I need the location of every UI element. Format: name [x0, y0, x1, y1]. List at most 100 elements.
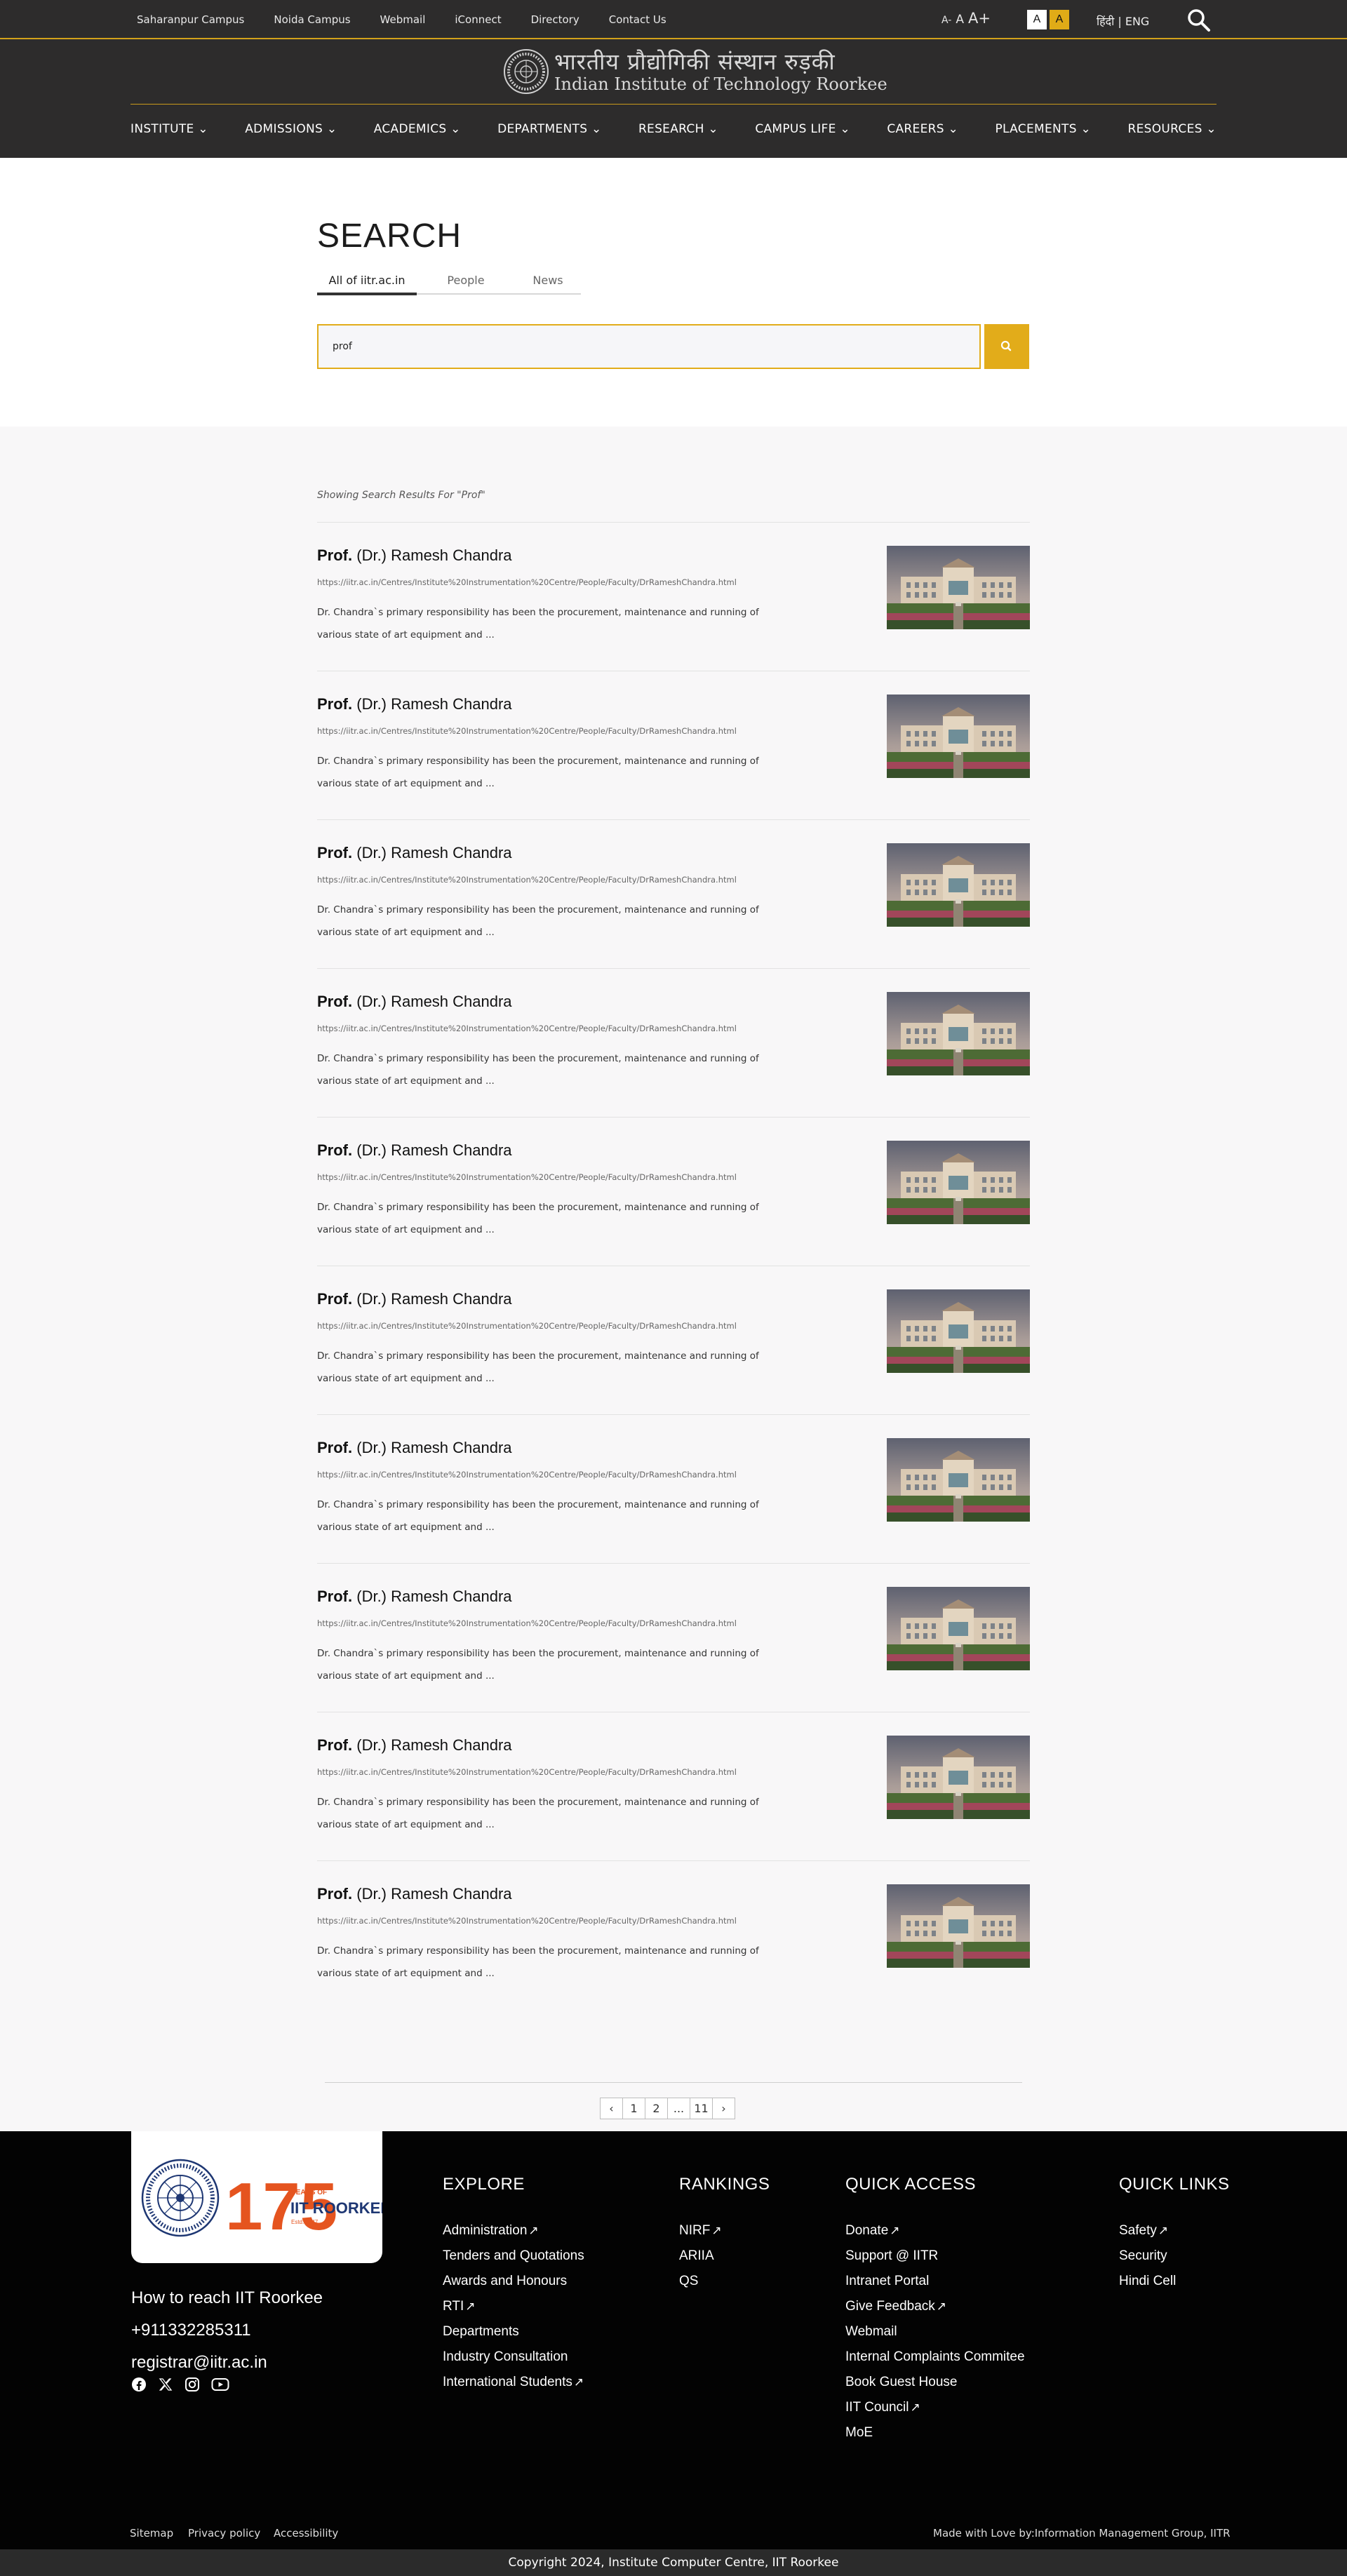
result-title[interactable]: Prof. (Dr.) Ramesh Chandra [317, 546, 512, 565]
pagination-page-2[interactable]: 2 [645, 2098, 668, 2119]
footer-accessibility-link[interactable]: Accessibility [274, 2527, 338, 2540]
footer-link-give-feedback[interactable]: Give Feedback ↗ [845, 2294, 1025, 2319]
footer-link-book-guest-house[interactable]: Book Guest House [845, 2370, 1025, 2395]
footer-link-ariia[interactable]: ARIIA [679, 2243, 770, 2269]
footer-link-administration[interactable]: Administration ↗ [443, 2218, 584, 2243]
nav-institute[interactable]: INSTITUTE ⌄ [130, 122, 208, 136]
result-title[interactable]: Prof. (Dr.) Ramesh Chandra [317, 1290, 512, 1308]
email-address[interactable]: registrar@iitr.ac.in [131, 2347, 323, 2379]
result-title[interactable]: Prof. (Dr.) Ramesh Chandra [317, 1588, 512, 1606]
instagram-icon[interactable] [185, 2377, 200, 2392]
result-url[interactable]: https://iitr.ac.in/Centres/Institute%20I… [317, 1470, 737, 1480]
search-result: Prof. (Dr.) Ramesh Chandra https://iitr.… [317, 671, 1030, 819]
result-title[interactable]: Prof. (Dr.) Ramesh Chandra [317, 1736, 512, 1755]
result-url[interactable]: https://iitr.ac.in/Centres/Institute%20I… [317, 1024, 737, 1033]
footer-link-rti[interactable]: RTI ↗ [443, 2294, 584, 2319]
nav-placements[interactable]: PLACEMENTS ⌄ [995, 122, 1091, 136]
tab-all[interactable]: All of iitr.ac.in [317, 274, 417, 295]
facebook-icon[interactable] [131, 2377, 147, 2392]
result-thumbnail[interactable] [887, 992, 1030, 1075]
nav-departments[interactable]: DEPARTMENTS ⌄ [497, 122, 601, 136]
footer-sitemap-link[interactable]: Sitemap [130, 2527, 173, 2540]
footer-link-security[interactable]: Security [1119, 2243, 1230, 2269]
result-thumbnail[interactable] [887, 1736, 1030, 1819]
result-title[interactable]: Prof. (Dr.) Ramesh Chandra [317, 993, 512, 1011]
footer-link-departments[interactable]: Departments [443, 2319, 584, 2344]
result-thumbnail[interactable] [887, 695, 1030, 778]
footer-link-label: Donate [845, 2223, 889, 2238]
contrast-white-button[interactable]: A [1027, 10, 1047, 29]
result-thumbnail[interactable] [887, 546, 1030, 629]
result-url[interactable]: https://iitr.ac.in/Centres/Institute%20I… [317, 1172, 737, 1182]
result-url[interactable]: https://iitr.ac.in/Centres/Institute%20I… [317, 1767, 737, 1777]
footer-link-international-students[interactable]: International Students ↗ [443, 2370, 584, 2395]
result-title[interactable]: Prof. (Dr.) Ramesh Chandra [317, 1439, 512, 1457]
result-description: Dr. Chandra`s primary responsibility has… [317, 1797, 759, 1830]
nav-resources[interactable]: RESOURCES ⌄ [1127, 122, 1217, 136]
footer-link-internal-complaints-commitee[interactable]: Internal Complaints Commitee [845, 2344, 1025, 2370]
result-url[interactable]: https://iitr.ac.in/Centres/Institute%20I… [317, 577, 737, 587]
nav-academics[interactable]: ACADEMICS ⌄ [374, 122, 461, 136]
footer-link-iit-council[interactable]: IIT Council ↗ [845, 2395, 1025, 2420]
pagination-page-1[interactable]: 1 [622, 2098, 645, 2119]
x-icon[interactable] [158, 2377, 173, 2392]
footer-link-awards-and-honours[interactable]: Awards and Honours [443, 2269, 584, 2294]
top-link-directory[interactable]: Directory [531, 13, 579, 26]
footer-link-tenders-and-quotations[interactable]: Tenders and Quotations [443, 2243, 584, 2269]
nav-admissions[interactable]: ADMISSIONS ⌄ [245, 122, 337, 136]
site-logo[interactable]: भारतीय प्रौद्योगिकी संस्थान रुड़की India… [502, 48, 887, 95]
search-icon[interactable] [1187, 8, 1211, 32]
top-link-contact[interactable]: Contact Us [609, 13, 666, 26]
result-thumbnail[interactable] [887, 1884, 1030, 1968]
footer-link-donate[interactable]: Donate ↗ [845, 2218, 1025, 2243]
pagination-prev-button[interactable]: ‹ [600, 2098, 623, 2119]
result-url[interactable]: https://iitr.ac.in/Centres/Institute%20I… [317, 875, 737, 885]
result-thumbnail[interactable] [887, 1141, 1030, 1224]
result-title[interactable]: Prof. (Dr.) Ramesh Chandra [317, 844, 512, 862]
result-url[interactable]: https://iitr.ac.in/Centres/Institute%20I… [317, 1916, 737, 1926]
footer-link-safety[interactable]: Safety ↗ [1119, 2218, 1230, 2243]
top-link-saharanpur[interactable]: Saharanpur Campus [137, 13, 244, 26]
language-switcher[interactable]: हिंदी | ENG [1097, 13, 1149, 29]
font-normal-button[interactable]: A [956, 13, 964, 27]
nav-research[interactable]: RESEARCH ⌄ [638, 122, 718, 136]
footer-link-webmail[interactable]: Webmail [845, 2319, 1025, 2344]
tab-people[interactable]: People [417, 274, 515, 293]
iitr-emblem-icon [504, 49, 549, 94]
search-button[interactable] [984, 324, 1029, 369]
result-thumbnail[interactable] [887, 1438, 1030, 1522]
pagination-page-11[interactable]: 11 [690, 2098, 713, 2119]
phone-number[interactable]: +911332285311 [131, 2314, 323, 2347]
result-title[interactable]: Prof. (Dr.) Ramesh Chandra [317, 1885, 512, 1903]
footer-link-hindi-cell[interactable]: Hindi Cell [1119, 2269, 1230, 2294]
nav-label: RESOURCES [1127, 122, 1202, 136]
result-thumbnail[interactable] [887, 1587, 1030, 1670]
result-title[interactable]: Prof. (Dr.) Ramesh Chandra [317, 1141, 512, 1160]
footer-link-support-iitr[interactable]: Support @ IITR [845, 2243, 1025, 2269]
top-link-webmail[interactable]: Webmail [380, 13, 426, 26]
footer-link-nirf[interactable]: NIRF ↗ [679, 2218, 770, 2243]
pagination-next-button[interactable]: › [712, 2098, 735, 2119]
font-decrease-button[interactable]: A- [941, 15, 951, 26]
result-thumbnail[interactable] [887, 1289, 1030, 1373]
footer-link-moe[interactable]: MoE [845, 2420, 1025, 2446]
youtube-icon[interactable] [211, 2377, 229, 2392]
font-increase-button[interactable]: A+ [968, 10, 991, 27]
nav-careers[interactable]: CAREERS ⌄ [887, 122, 958, 136]
result-url[interactable]: https://iitr.ac.in/Centres/Institute%20I… [317, 726, 737, 736]
contrast-yellow-button[interactable]: A [1050, 10, 1069, 29]
result-url[interactable]: https://iitr.ac.in/Centres/Institute%20I… [317, 1321, 737, 1331]
result-thumbnail[interactable] [887, 843, 1030, 927]
result-url[interactable]: https://iitr.ac.in/Centres/Institute%20I… [317, 1618, 737, 1628]
footer-link-intranet-portal[interactable]: Intranet Portal [845, 2269, 1025, 2294]
tab-news[interactable]: News [515, 274, 581, 293]
top-link-iconnect[interactable]: iConnect [455, 13, 501, 26]
footer-link-industry-consultation[interactable]: Industry Consultation [443, 2344, 584, 2370]
footer-privacy-link[interactable]: Privacy policy [188, 2527, 260, 2540]
nav-campus-life[interactable]: CAMPUS LIFE ⌄ [755, 122, 850, 136]
search-input[interactable]: prof [317, 324, 981, 369]
result-title[interactable]: Prof. (Dr.) Ramesh Chandra [317, 695, 512, 713]
footer-link-qs[interactable]: QS [679, 2269, 770, 2294]
top-link-noida[interactable]: Noida Campus [274, 13, 350, 26]
how-to-reach-link[interactable]: How to reach IIT Roorkee [131, 2282, 323, 2314]
